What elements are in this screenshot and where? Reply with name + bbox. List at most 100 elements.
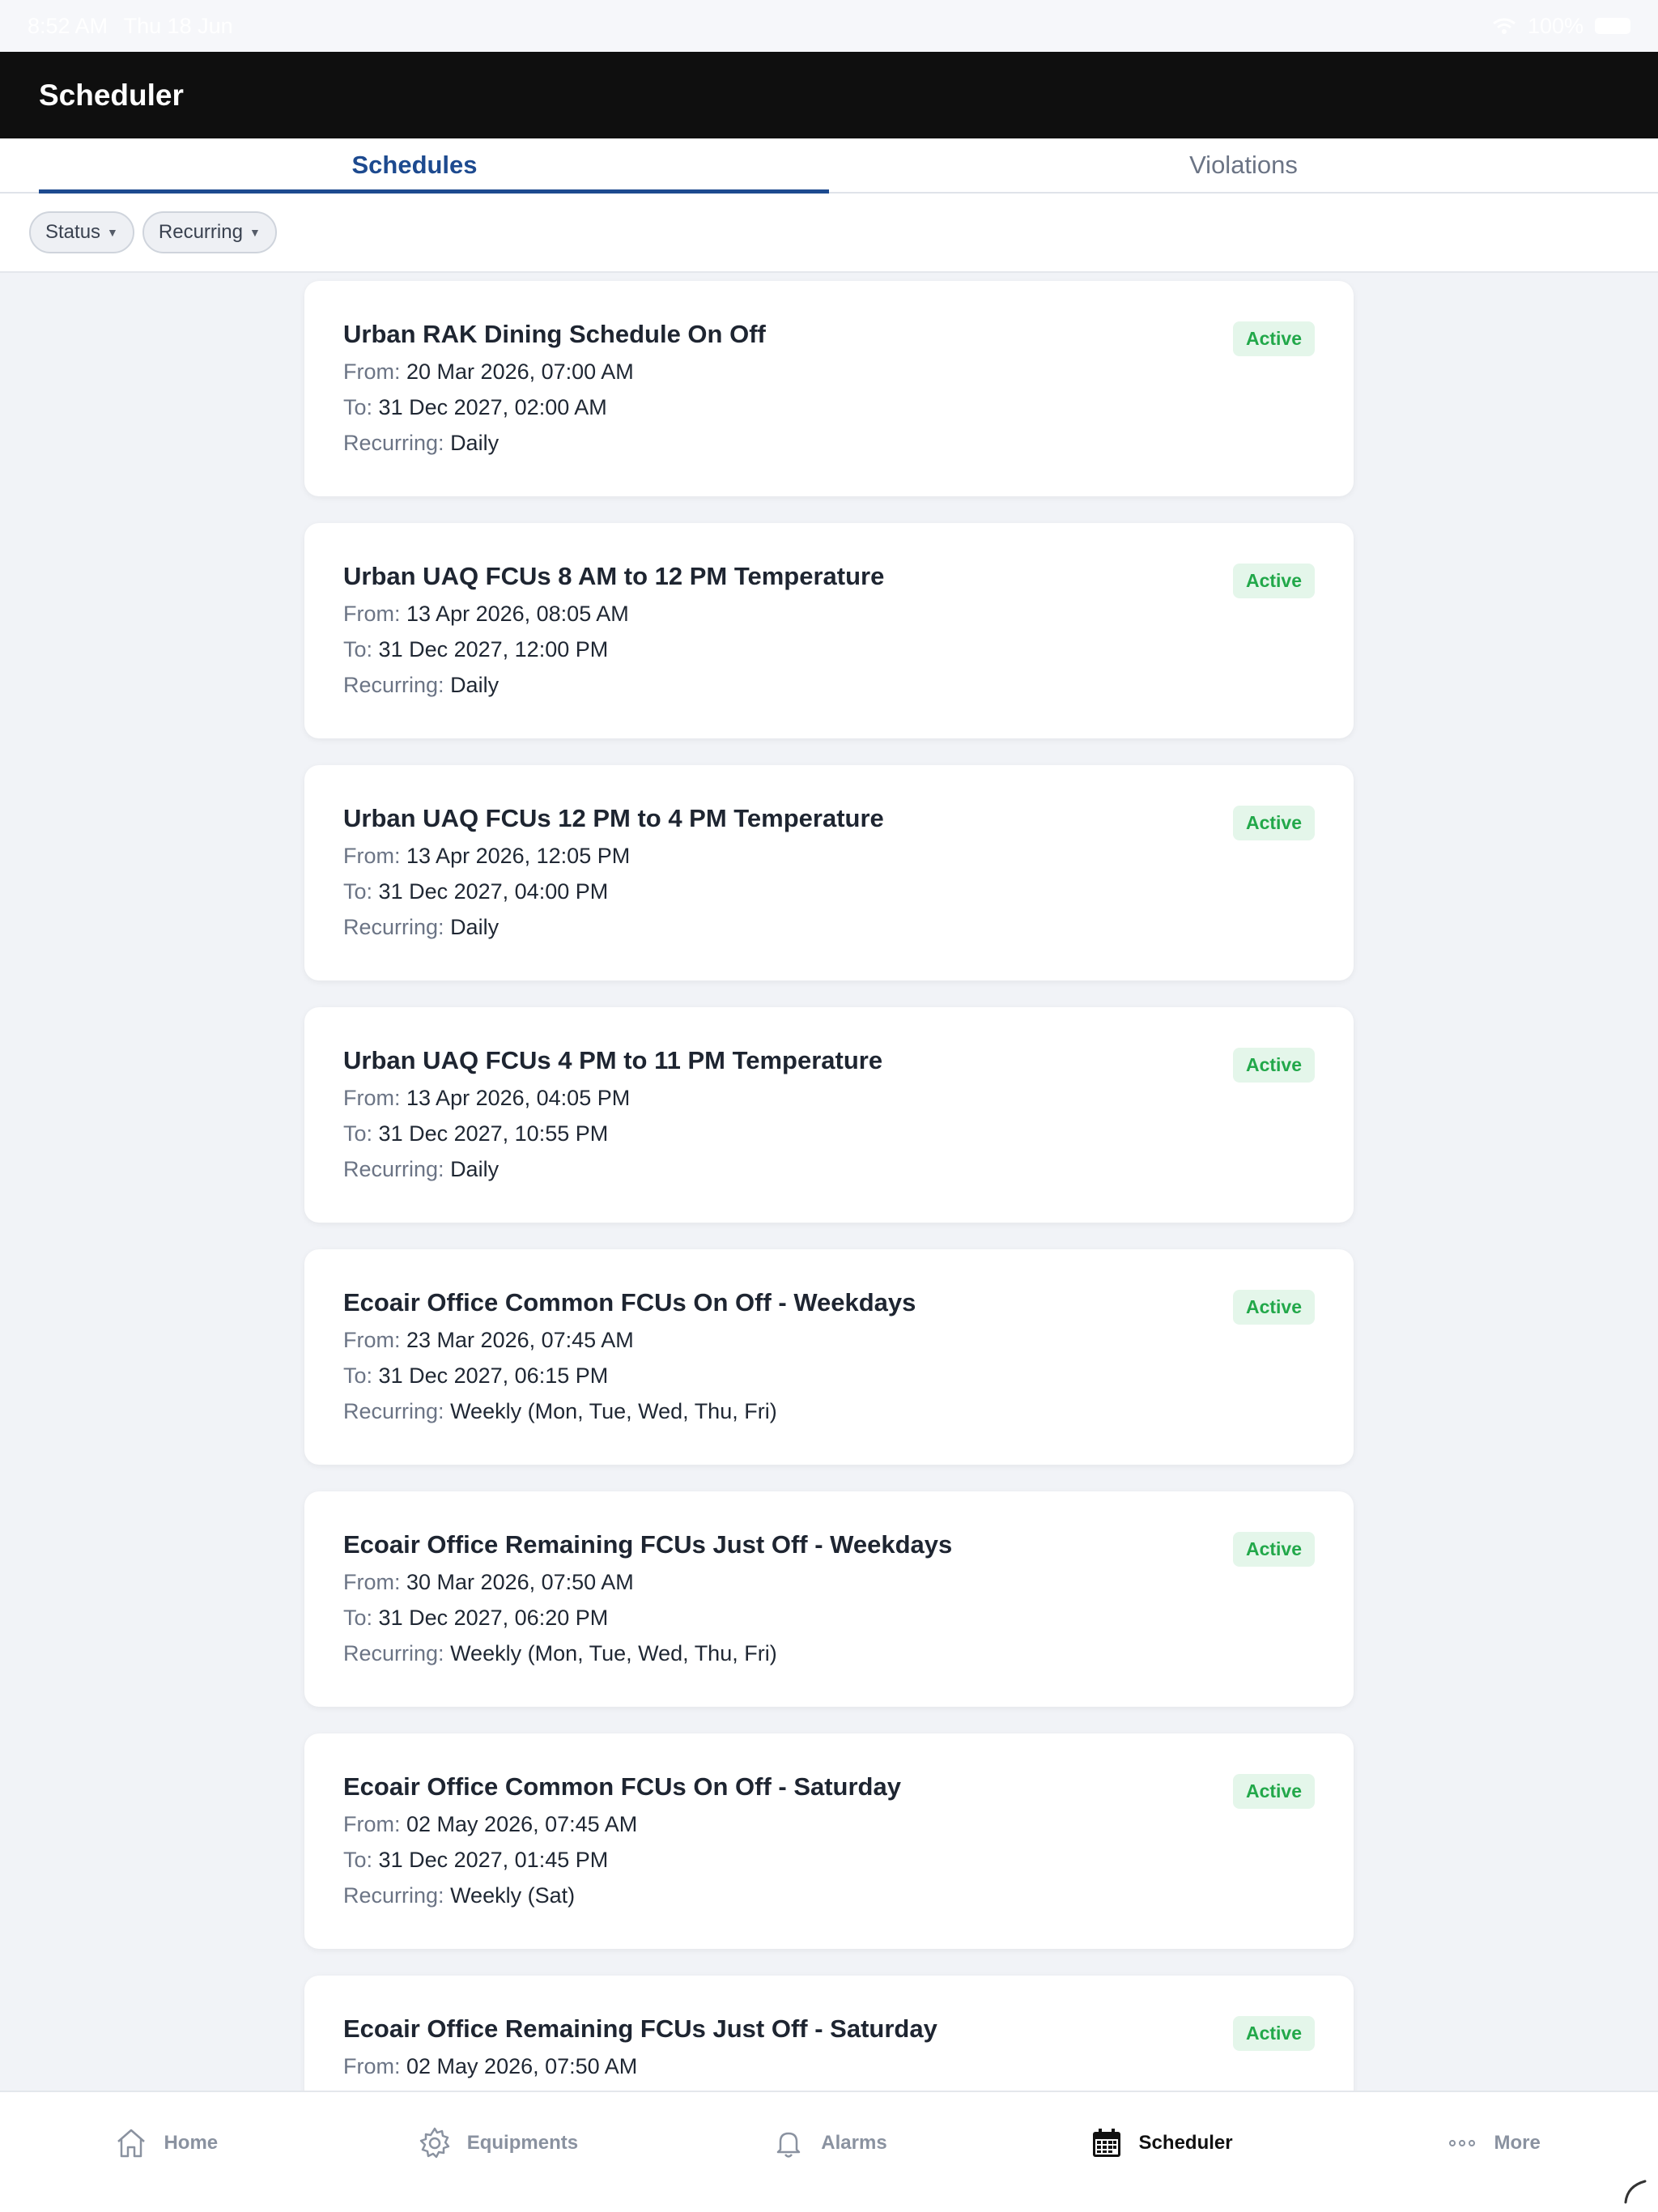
schedule-title: Urban UAQ FCUs 12 PM to 4 PM Temperature	[343, 804, 884, 832]
nav-scheduler[interactable]: Scheduler	[995, 2092, 1327, 2194]
recurring-value: Daily	[450, 915, 500, 939]
schedule-card[interactable]: Urban UAQ FCUs 8 AM to 12 PM Temperature…	[304, 523, 1354, 738]
filter-bar: Status ▼ Recurring ▼	[0, 194, 1658, 273]
schedule-title: Ecoair Office Remaining FCUs Just Off - …	[343, 2014, 937, 2043]
recurring-value: Weekly (Mon, Tue, Wed, Thu, Fri)	[450, 1641, 777, 1665]
to-label: To:	[343, 395, 373, 419]
to-value: 31 Dec 2027, 04:00 PM	[378, 879, 609, 904]
from-value: 13 Apr 2026, 04:05 PM	[406, 1086, 631, 1110]
nav-more[interactable]: More	[1326, 2092, 1658, 2194]
from-value: 13 Apr 2026, 08:05 AM	[406, 602, 629, 626]
from-value: 20 Mar 2026, 07:00 AM	[406, 359, 634, 384]
from-label: From:	[343, 359, 401, 384]
from-label: From:	[343, 2054, 401, 2078]
schedule-to: To: 31 Dec 2027, 12:00 PM	[343, 637, 1315, 662]
caret-down-icon: ▼	[249, 226, 261, 239]
nav-alarms-label: Alarms	[821, 2132, 887, 2154]
recurring-filter-chip[interactable]: Recurring ▼	[142, 211, 277, 253]
recurring-label: Recurring:	[343, 915, 444, 939]
schedule-card[interactable]: Ecoair Office Common FCUs On Off - Weekd…	[304, 1249, 1354, 1465]
recurring-label: Recurring:	[343, 1157, 444, 1181]
schedule-title: Ecoair Office Common FCUs On Off - Weekd…	[343, 1288, 916, 1317]
schedule-card[interactable]: Urban UAQ FCUs 4 PM to 11 PM Temperature…	[304, 1007, 1354, 1223]
battery-percent: 100%	[1527, 13, 1584, 38]
schedule-card[interactable]: Urban UAQ FCUs 12 PM to 4 PM Temperature…	[304, 765, 1354, 981]
schedule-title: Urban UAQ FCUs 4 PM to 11 PM Temperature	[343, 1046, 883, 1074]
status-time: 8:52 AM	[28, 13, 108, 38]
schedule-from: From: 23 Mar 2026, 07:45 AM	[343, 1328, 1315, 1353]
schedule-to: To: 31 Dec 2027, 10:55 PM	[343, 1121, 1315, 1146]
nav-alarms[interactable]: Alarms	[663, 2092, 995, 2194]
status-badge: Active	[1232, 1290, 1315, 1325]
more-dots-icon	[1448, 2140, 1475, 2146]
segment-tabs: Schedules Violations	[0, 138, 1658, 194]
schedule-from: From: 30 Mar 2026, 07:50 AM	[343, 1570, 1315, 1595]
status-badge: Active	[1232, 564, 1315, 598]
to-label: To:	[343, 879, 373, 904]
recurring-label: Recurring:	[343, 1399, 444, 1423]
nav-home[interactable]: Home	[0, 2092, 332, 2194]
schedule-from: From: 13 Apr 2026, 12:05 PM	[343, 844, 1315, 869]
recurring-label: Recurring:	[343, 431, 444, 455]
to-value: 31 Dec 2027, 06:15 PM	[378, 1363, 609, 1388]
status-date: Thu 18 Jun	[123, 13, 233, 38]
to-value: 31 Dec 2027, 06:20 PM	[378, 1606, 609, 1630]
status-badge: Active	[1232, 321, 1315, 356]
status-filter-label: Status	[45, 221, 101, 243]
from-label: From:	[343, 1328, 401, 1352]
schedule-recurring: Recurring: Weekly (Mon, Tue, Wed, Thu, F…	[343, 1641, 1315, 1666]
from-value: 23 Mar 2026, 07:45 AM	[406, 1328, 634, 1352]
nav-more-label: More	[1494, 2132, 1541, 2154]
recurring-label: Recurring:	[343, 1641, 444, 1665]
recurring-value: Daily	[450, 431, 500, 455]
status-right: 100%	[1492, 14, 1630, 39]
resize-handle-icon	[1624, 2180, 1647, 2204]
app-bar: Scheduler	[0, 52, 1658, 138]
schedule-card[interactable]: Urban RAK Dining Schedule On Off Active …	[304, 281, 1354, 496]
schedule-card[interactable]: Ecoair Office Remaining FCUs Just Off - …	[304, 1491, 1354, 1707]
schedule-card[interactable]: Ecoair Office Remaining FCUs Just Off - …	[304, 1976, 1354, 2091]
schedule-title: Urban RAK Dining Schedule On Off	[343, 320, 766, 348]
tab-violations[interactable]: Violations	[829, 138, 1658, 192]
recurring-label: Recurring:	[343, 673, 444, 697]
to-value: 31 Dec 2027, 10:55 PM	[378, 1121, 609, 1146]
schedule-recurring: Recurring: Weekly (Sat)	[343, 1883, 1315, 1908]
to-value: 31 Dec 2027, 02:00 AM	[378, 395, 607, 419]
tab-schedules[interactable]: Schedules	[0, 138, 829, 194]
status-filter-chip[interactable]: Status ▼	[29, 211, 134, 253]
status-badge: Active	[1232, 1774, 1315, 1809]
to-label: To:	[343, 637, 373, 661]
recurring-value: Weekly (Mon, Tue, Wed, Thu, Fri)	[450, 1399, 777, 1423]
schedule-to: To: 31 Dec 2027, 06:15 PM	[343, 1363, 1315, 1389]
from-label: From:	[343, 1570, 401, 1594]
status-bar: 8:52 AM Thu 18 Jun 100%	[0, 0, 1658, 52]
calendar-icon	[1092, 2129, 1120, 2157]
to-value: 31 Dec 2027, 01:45 PM	[378, 1848, 609, 1872]
from-label: From:	[343, 602, 401, 626]
status-badge: Active	[1232, 1048, 1315, 1083]
schedule-from: From: 02 May 2026, 07:50 AM	[343, 2054, 1315, 2079]
wifi-icon	[1493, 18, 1516, 34]
to-label: To:	[343, 1363, 373, 1388]
schedule-card[interactable]: Ecoair Office Common FCUs On Off - Satur…	[304, 1733, 1354, 1949]
schedule-list[interactable]: Urban RAK Dining Schedule On Off Active …	[0, 273, 1658, 2091]
bottom-nav: Home Equipments Alarms Scheduler More	[0, 2091, 1658, 2212]
schedule-title: Ecoair Office Common FCUs On Off - Satur…	[343, 1772, 901, 1801]
from-label: From:	[343, 1812, 401, 1836]
from-value: 13 Apr 2026, 12:05 PM	[406, 844, 631, 868]
battery-icon	[1595, 18, 1630, 34]
status-badge: Active	[1232, 1532, 1315, 1567]
from-value: 02 May 2026, 07:45 AM	[406, 1812, 638, 1836]
nav-equipments[interactable]: Equipments	[332, 2092, 664, 2194]
from-value: 02 May 2026, 07:50 AM	[406, 2054, 638, 2078]
status-time-date: 8:52 AM Thu 18 Jun	[28, 14, 233, 39]
bell-icon	[777, 2132, 801, 2158]
schedule-to: To: 31 Dec 2027, 02:00 AM	[343, 395, 1315, 420]
page-title: Scheduler	[39, 78, 184, 112]
to-value: 31 Dec 2027, 12:00 PM	[378, 637, 609, 661]
schedule-from: From: 02 May 2026, 07:45 AM	[343, 1812, 1315, 1837]
schedule-recurring: Recurring: Daily	[343, 431, 1315, 456]
from-value: 30 Mar 2026, 07:50 AM	[406, 1570, 634, 1594]
schedule-to: To: 31 Dec 2027, 04:00 PM	[343, 879, 1315, 904]
status-badge: Active	[1232, 2016, 1315, 2051]
